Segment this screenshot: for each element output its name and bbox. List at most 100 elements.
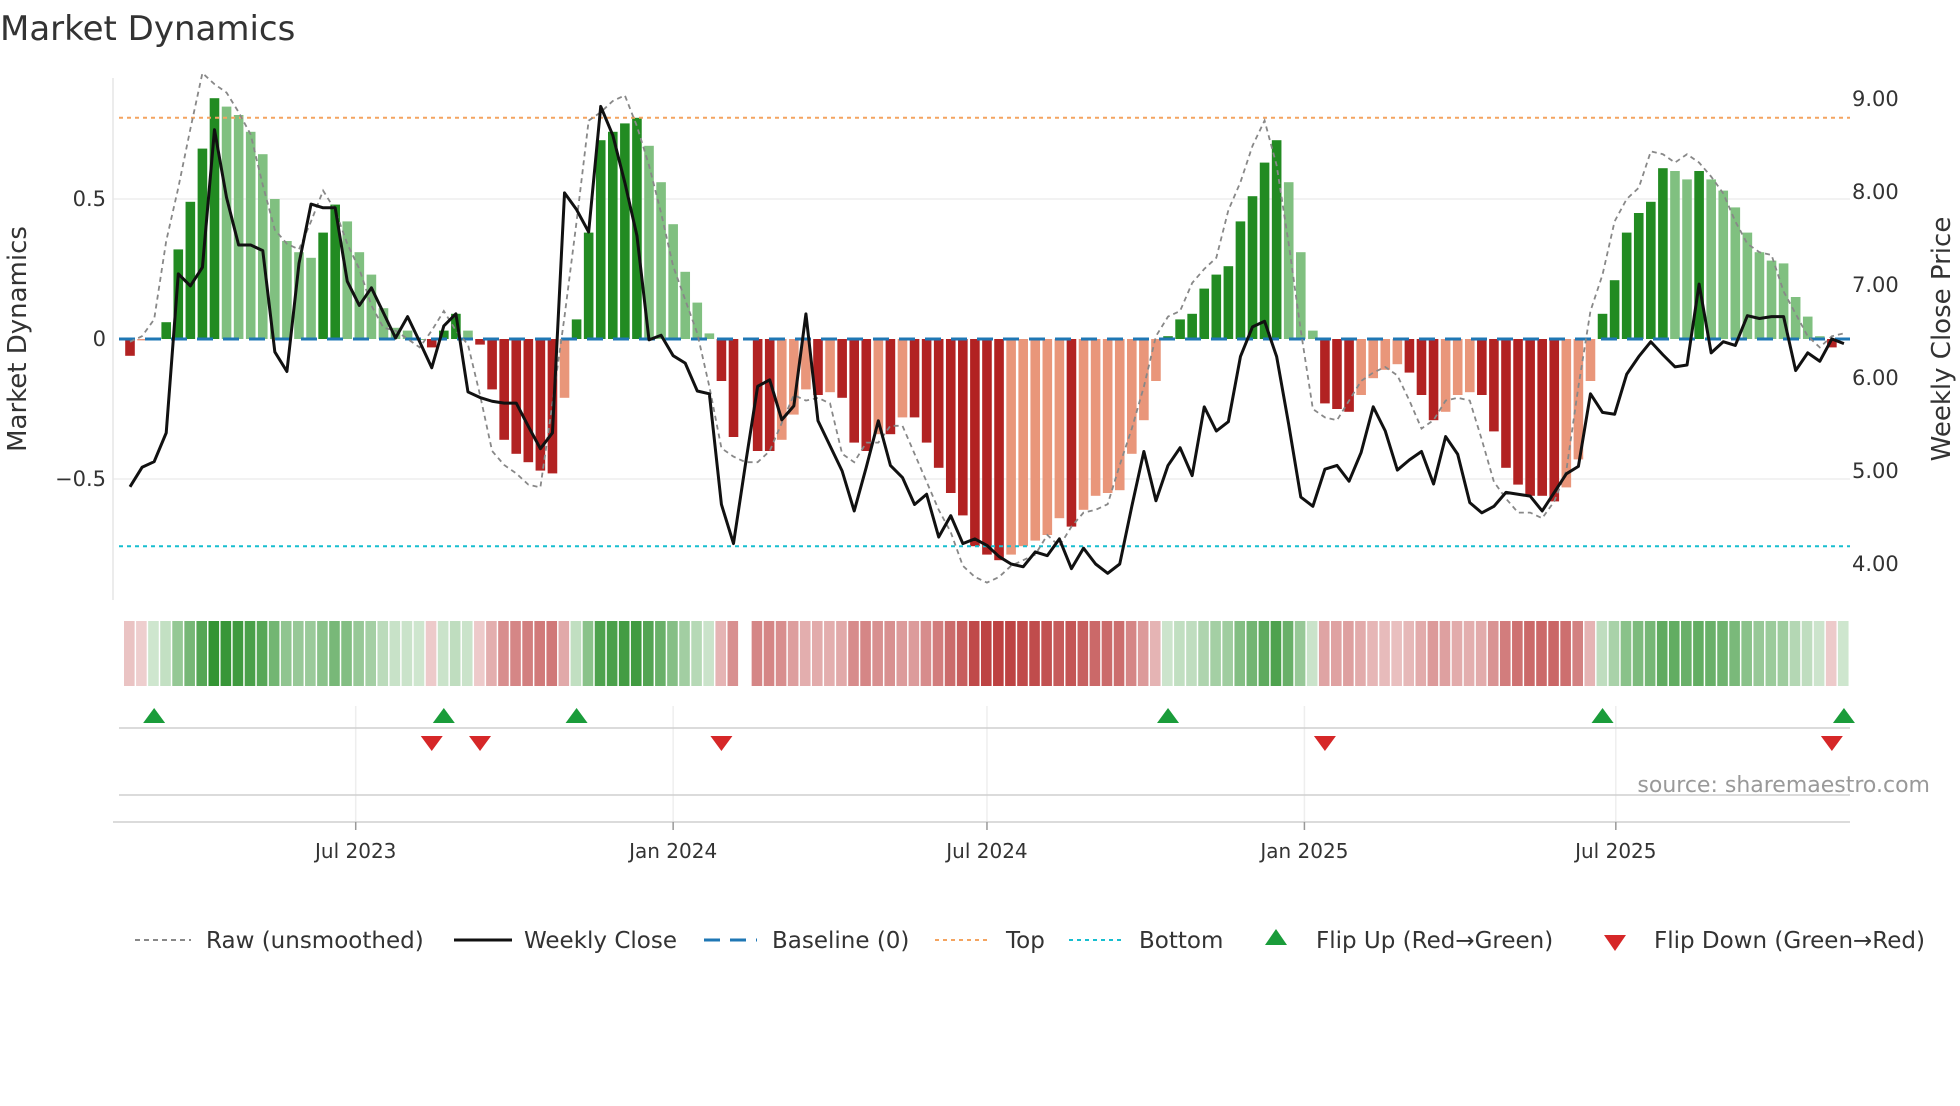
dynamics-bar <box>861 339 872 451</box>
heatmap-cell <box>655 621 666 686</box>
heatmap-cell <box>558 621 570 686</box>
heatmap-cell <box>1765 621 1777 686</box>
flip-up-marker <box>1591 708 1614 723</box>
heatmap-cell <box>244 621 256 686</box>
dynamics-bar <box>837 339 847 398</box>
flip-markers <box>143 708 1855 751</box>
dynamics-bar <box>1585 339 1596 381</box>
dynamics-bar <box>1477 339 1487 395</box>
heatmap-cell <box>630 621 642 686</box>
flip-down-marker <box>1313 736 1336 751</box>
flip-up-marker <box>1157 708 1180 723</box>
dynamics-bar <box>897 339 908 418</box>
heatmap-cell <box>751 621 763 686</box>
dynamics-bar <box>1211 274 1222 339</box>
dynamics-bar <box>728 339 739 437</box>
heatmap-cell <box>353 621 364 686</box>
dynamics-bar <box>933 339 944 468</box>
heatmap-cell <box>703 621 714 686</box>
heatmap-cell <box>425 621 437 686</box>
flip-panel-grid <box>354 706 1617 822</box>
heatmap-cell <box>1632 621 1644 686</box>
heatmap-cell <box>956 621 968 686</box>
heatmap-cell <box>968 621 980 686</box>
heatmap-cell <box>1174 621 1185 686</box>
dynamics-bar <box>994 339 1004 561</box>
heatmap-cell <box>1536 621 1547 686</box>
heatmap-cell <box>1524 621 1535 686</box>
heatmap-cell <box>872 621 883 686</box>
dynamics-bars <box>125 98 1849 561</box>
x-tick-label: Jan 2024 <box>627 839 717 863</box>
dynamics-bar <box>958 339 968 516</box>
dynamics-bar <box>632 117 642 339</box>
dynamics-bar <box>1609 280 1620 339</box>
dynamics-bar <box>1525 339 1535 496</box>
right-tick-label: 5.00 <box>1852 459 1899 483</box>
heatmap-cell <box>1258 621 1270 686</box>
dynamics-bar <box>1018 339 1028 547</box>
flip-down-marker <box>710 736 733 751</box>
right-tick-label: 4.00 <box>1852 552 1899 576</box>
dynamics-bar <box>1271 140 1282 339</box>
heatmap-cell <box>377 621 389 686</box>
dynamics-bar <box>970 339 980 547</box>
chart-title: Market Dynamics <box>0 9 295 49</box>
heatmap-cell <box>1463 621 1475 686</box>
dynamics-bar <box>1404 339 1415 373</box>
dynamics-bar <box>1066 339 1077 527</box>
heatmap-cell <box>280 621 292 686</box>
heatmap-cell <box>582 621 594 686</box>
dynamics-bar <box>1054 339 1065 519</box>
dynamics-bar <box>1006 339 1016 555</box>
legend-flip-up-icon <box>1265 929 1287 945</box>
right-tick-label: 6.00 <box>1852 366 1899 390</box>
heatmap-cell <box>329 621 340 686</box>
legend-flip-down-label: Flip Down (Green→Red) <box>1654 928 1925 954</box>
dynamics-bar <box>668 224 678 339</box>
heatmap-cell <box>534 621 545 686</box>
heatmap-cell <box>763 621 775 686</box>
heatmap-cell <box>860 621 871 686</box>
heatmap-cell <box>1560 621 1571 686</box>
heatmap-cell <box>1005 621 1016 686</box>
heatmap-cell <box>1729 621 1740 686</box>
dynamics-bar <box>1718 190 1729 339</box>
heatmap-cell <box>1753 621 1765 686</box>
x-tick-label: Jan 2025 <box>1258 839 1348 863</box>
heatmap-cell <box>1029 621 1040 686</box>
heatmap-cell <box>1065 621 1077 686</box>
heatmap-cell <box>474 621 485 686</box>
heatmap-cell <box>1487 621 1499 686</box>
source-label: source: sharemaestro.com <box>1637 773 1930 798</box>
dynamics-bar <box>1151 339 1161 381</box>
heatmap-cell <box>787 621 799 686</box>
heatmap-cell <box>1198 621 1209 686</box>
heatmap-cell <box>1234 621 1246 686</box>
heatmap-cell <box>184 621 195 686</box>
heatmap-cell <box>1331 621 1342 686</box>
dynamics-bar <box>1199 288 1210 339</box>
heatmap-cell <box>1451 621 1463 686</box>
left-tick-label: −0.5 <box>55 467 106 491</box>
heatmap-cell <box>1282 621 1294 686</box>
legend-bottom-label: Bottom <box>1139 928 1223 954</box>
heatmap-cell <box>811 621 823 686</box>
heatmap-cell <box>643 621 654 686</box>
dynamics-bar <box>535 339 546 471</box>
dynamics-bar <box>318 232 328 339</box>
dynamics-bar <box>257 154 268 339</box>
heatmap-cell <box>461 621 473 686</box>
heatmap-cell <box>1367 621 1378 686</box>
flip-down-marker <box>1820 736 1843 751</box>
heatmap-cell <box>136 621 147 686</box>
heatmap-cell <box>727 621 739 686</box>
dynamics-bar <box>1259 162 1270 339</box>
heatmap-cell <box>1681 621 1692 686</box>
right-axis-label: Weekly Close Price <box>1927 217 1957 462</box>
dynamics-bar <box>1428 339 1439 421</box>
heatmap-cell <box>498 621 509 686</box>
heatmap-cell <box>1186 621 1197 686</box>
dynamics-bar <box>523 339 534 463</box>
dynamics-bar <box>1549 339 1560 502</box>
